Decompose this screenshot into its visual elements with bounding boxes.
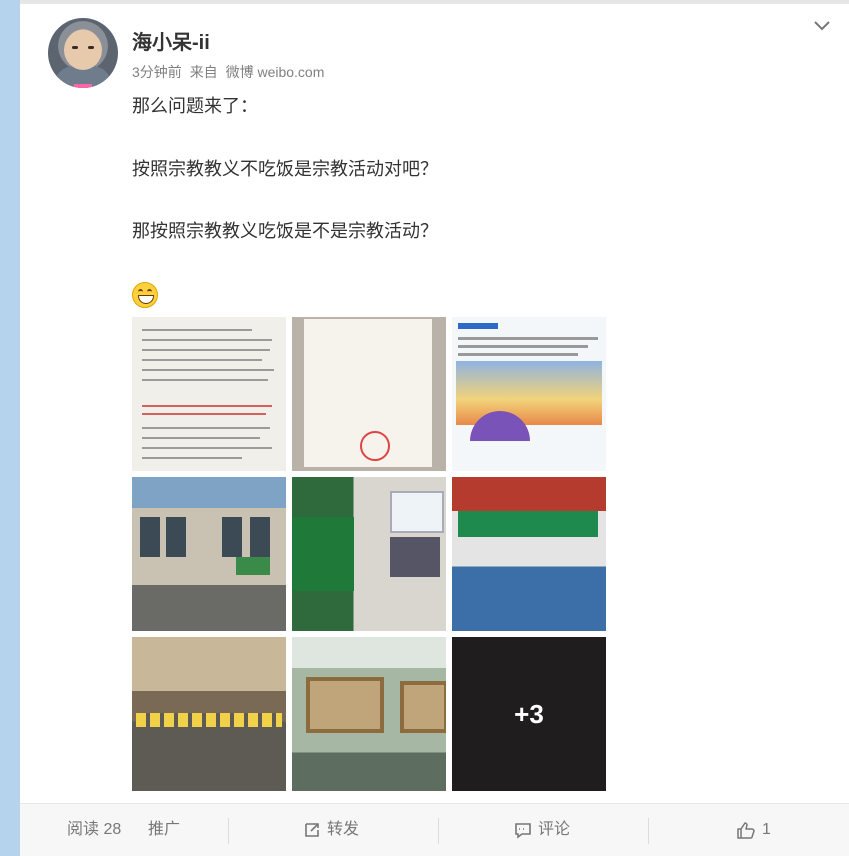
post-text-line-3: 那按照宗教教义吃饭是不是宗教活动？ xyxy=(132,221,438,241)
image-thumbnail-wall-plaques[interactable] xyxy=(292,637,446,791)
image-thumbnail-restaurant-front[interactable] xyxy=(452,477,606,631)
image-thumbnail-building[interactable] xyxy=(132,477,286,631)
image-thumbnail-document[interactable] xyxy=(132,317,286,471)
weibo-post-card: 海小呆-ii 3分钟前 来自 微博 weibo.com 那么问题来了： 按照宗教… xyxy=(20,0,849,856)
like-count: 1 xyxy=(762,821,771,838)
more-images-count: +3 xyxy=(514,699,544,729)
image-grid: +3 xyxy=(132,317,606,791)
username-link[interactable]: 海小呆-ii xyxy=(132,26,210,55)
read-count: 阅读 28 xyxy=(67,821,122,838)
promote-button[interactable]: 推广 xyxy=(148,804,180,856)
post-text-line-1: 那么问题来了： xyxy=(132,96,258,116)
grin-emoji-icon xyxy=(132,282,158,308)
image-thumbnail-news-post[interactable] xyxy=(452,317,606,471)
footer-separator xyxy=(438,818,439,844)
repost-icon xyxy=(305,822,319,837)
post-footer: 阅读 28 推广 转发 评论 1 xyxy=(20,804,849,856)
image-thumbnail-signs[interactable] xyxy=(292,477,446,631)
image-thumbnail-more[interactable]: +3 xyxy=(452,637,606,791)
post-time[interactable]: 3分钟前 xyxy=(132,64,182,80)
image-thumbnail-official-paper[interactable] xyxy=(292,317,446,471)
source-prefix: 来自 xyxy=(189,64,218,80)
like-button[interactable]: 1 xyxy=(736,804,771,856)
repost-label: 转发 xyxy=(327,821,360,838)
avatar[interactable] xyxy=(48,18,118,88)
comment-label: 评论 xyxy=(538,821,571,838)
footer-separator xyxy=(228,818,229,844)
comment-button[interactable]: 评论 xyxy=(514,804,570,856)
comment-icon xyxy=(515,822,531,839)
left-sidebar-bar xyxy=(0,0,20,856)
source-link[interactable]: 微博 weibo.com xyxy=(226,64,325,80)
image-thumbnail-canteen[interactable] xyxy=(132,637,286,791)
chevron-down-icon[interactable] xyxy=(812,16,832,36)
thumbs-up-icon xyxy=(737,822,755,839)
top-divider xyxy=(20,0,849,4)
post-text-line-2: 按照宗教教义不吃饭是宗教活动对吧？ xyxy=(132,159,438,179)
post-meta: 3分钟前 来自 微博 weibo.com xyxy=(132,62,328,82)
footer-separator xyxy=(648,818,649,844)
repost-button[interactable]: 转发 xyxy=(303,804,359,856)
